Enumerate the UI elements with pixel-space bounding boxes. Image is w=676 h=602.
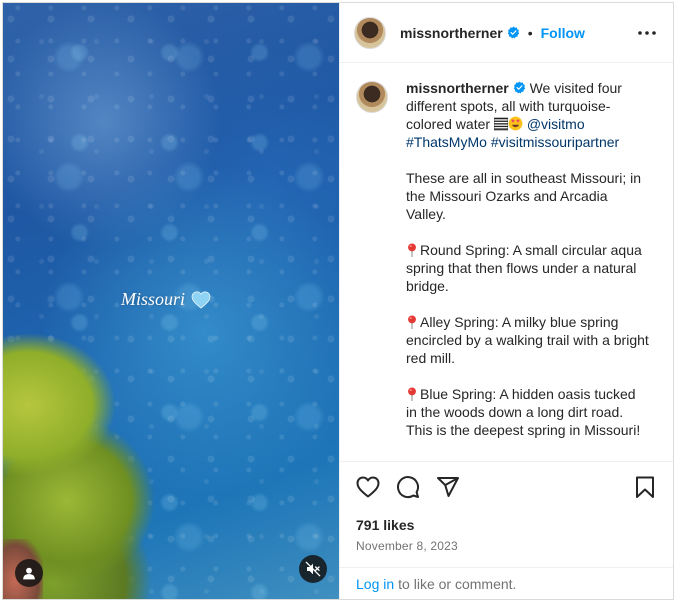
spot-text: Alley Spring: A milky blue spring encirc… xyxy=(406,314,649,366)
verified-badge-icon xyxy=(513,81,525,94)
header-username[interactable]: missnortherner xyxy=(400,25,503,41)
heart-icon xyxy=(356,476,380,497)
verified-badge-icon xyxy=(507,26,519,39)
post-media-video[interactable]: Missouri xyxy=(3,3,339,599)
more-options-button[interactable] xyxy=(635,21,659,45)
share-icon xyxy=(437,476,459,497)
post-card: Missouri missnortherner • Follow missnor… xyxy=(2,2,674,600)
speaker-muted-icon xyxy=(305,561,321,577)
action-bar xyxy=(340,461,673,511)
bookmark-icon xyxy=(636,476,654,498)
round-pushpin-icon xyxy=(408,387,416,401)
caption-avatar[interactable] xyxy=(356,81,388,113)
round-pushpin-icon xyxy=(408,243,416,257)
caption-paragraph: These are all in southeast Missouri; in … xyxy=(406,170,641,222)
caption-username[interactable]: missnortherner xyxy=(406,80,509,96)
caption-spot-item: Round Spring: A small circular aqua spri… xyxy=(406,241,650,295)
mute-toggle-button[interactable] xyxy=(299,555,327,583)
comment-button[interactable] xyxy=(396,475,420,499)
follow-button[interactable]: Follow xyxy=(541,25,585,41)
heart-eyes-emoji-icon xyxy=(508,116,523,131)
tagged-users-button[interactable] xyxy=(15,559,43,587)
like-button[interactable] xyxy=(356,475,380,499)
save-button[interactable] xyxy=(633,475,657,499)
login-suffix: to like or comment. xyxy=(398,575,517,592)
more-options-icon xyxy=(638,30,656,35)
comments-area: missnortherner We visited four different… xyxy=(340,63,673,461)
caption-spot-item: Blue Spring: A hidden oasis tucked in th… xyxy=(406,385,650,439)
post-caption: missnortherner We visited four different… xyxy=(406,79,650,461)
likes-count[interactable]: 791 likes xyxy=(340,511,673,533)
login-prompt: Log in to like or comment. xyxy=(340,567,673,599)
caption-spot-item: Alley Spring: A milky blue spring encirc… xyxy=(406,313,650,367)
flag-icon xyxy=(493,117,508,131)
caption-intro: missnortherner We visited four different… xyxy=(406,79,650,151)
person-icon xyxy=(23,567,35,580)
separator-dot: • xyxy=(527,24,533,41)
avatar[interactable] xyxy=(354,16,386,49)
hashtag-link[interactable]: #visitmissouripartner xyxy=(491,134,619,150)
video-text-overlay: Missouri xyxy=(121,289,211,310)
post-date[interactable]: November 8, 2023 xyxy=(340,533,673,553)
overlay-text: Missouri xyxy=(121,289,186,309)
light-blue-heart-icon xyxy=(191,290,211,309)
spot-text: Round Spring: A small circular aqua spri… xyxy=(406,242,642,294)
login-link[interactable]: Log in xyxy=(356,576,394,592)
comment-icon xyxy=(397,475,420,498)
spot-text: Blue Spring: A hidden oasis tucked in th… xyxy=(406,386,641,438)
hashtag-link[interactable]: #ThatsMyMo xyxy=(406,134,487,150)
mention-link[interactable]: @visitmo xyxy=(527,116,585,132)
post-header: missnortherner • Follow xyxy=(340,3,673,63)
round-pushpin-icon xyxy=(408,315,416,329)
share-button[interactable] xyxy=(436,475,460,499)
post-sidebar: missnortherner • Follow missnortherner W… xyxy=(339,3,673,599)
